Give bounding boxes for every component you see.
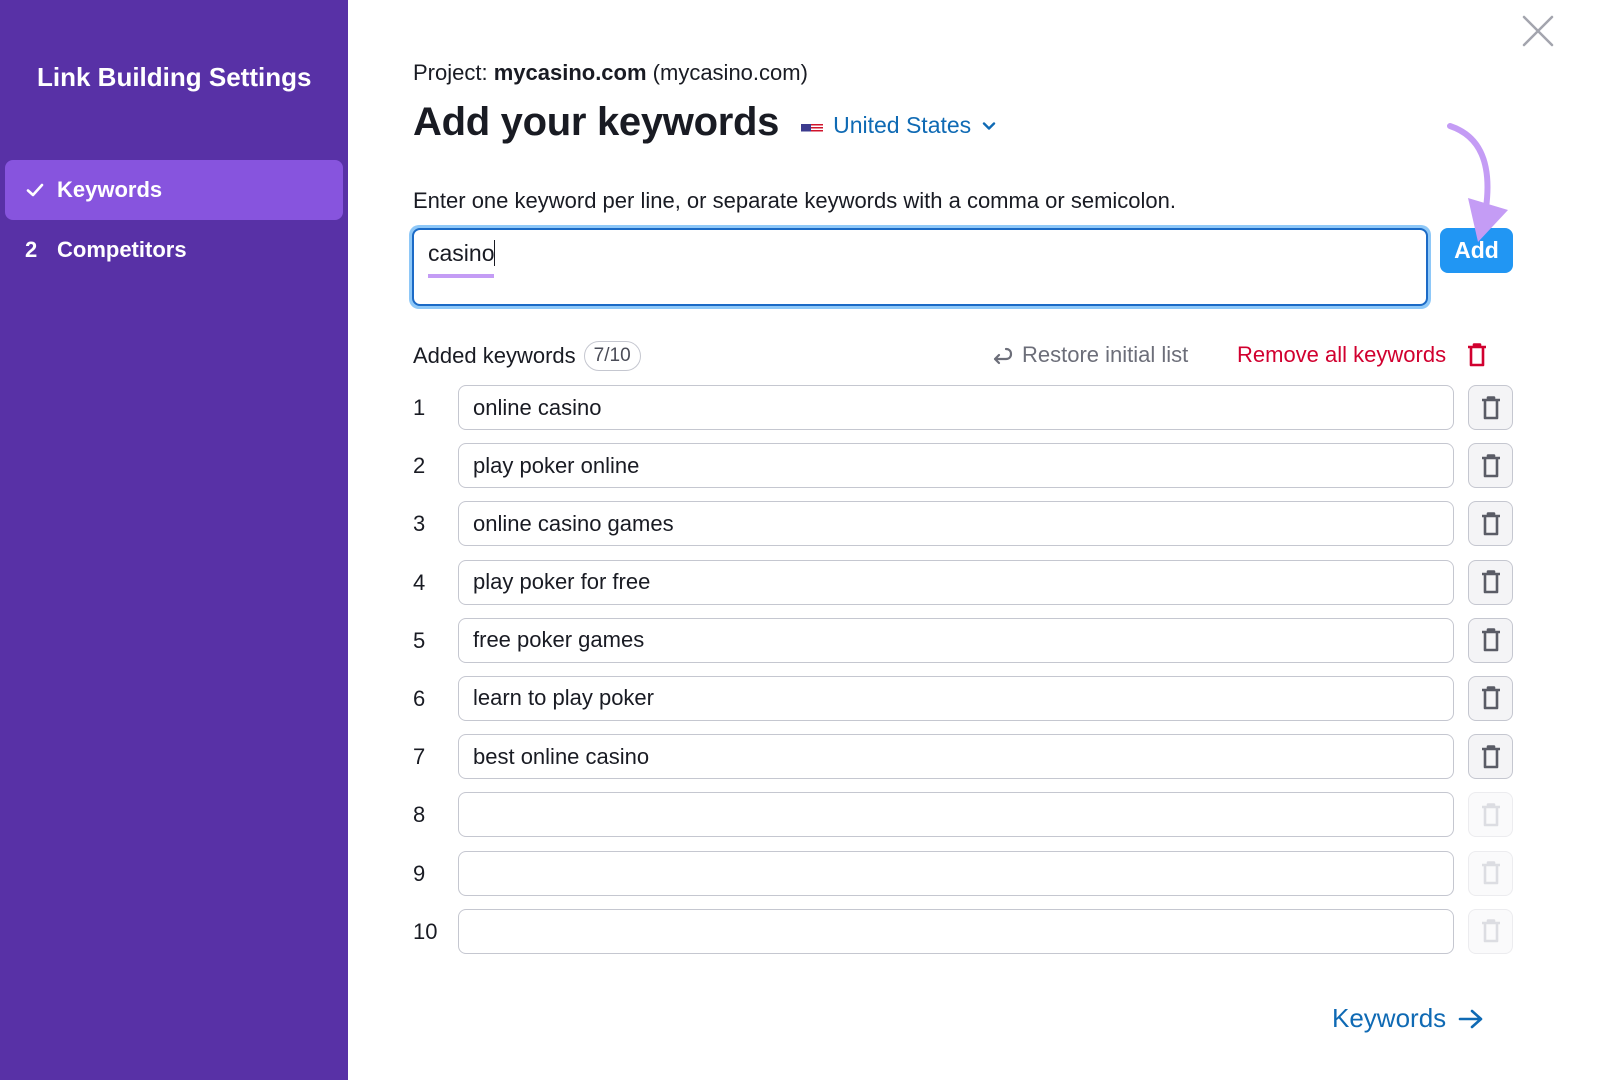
undo-arrow-icon: [993, 347, 1013, 365]
trash-icon: [1481, 686, 1500, 710]
keyword-field[interactable]: play poker online: [458, 443, 1454, 489]
keyword-field[interactable]: free poker games: [458, 617, 1454, 663]
keyword-list: 1 online casino 2 play poker online 3 online …: [413, 385, 1513, 967]
chevron-down-icon: [982, 121, 996, 130]
arrow-right-icon: [1458, 1009, 1483, 1028]
sidebar: Link Building Settings Keywords 2 Compet…: [0, 0, 348, 1080]
sidebar-item-competitors[interactable]: 2 Competitors: [5, 220, 343, 280]
sidebar-item-label: Keywords: [57, 177, 163, 202]
trash-icon: [1481, 803, 1500, 827]
project-domain: (mycasino.com): [652, 60, 808, 85]
restore-label: Restore initial list: [1022, 342, 1189, 367]
delete-keyword-button[interactable]: [1468, 501, 1513, 547]
keyword-row: 4 play poker for free: [413, 559, 1513, 618]
keyword-input-value: casino: [428, 240, 495, 266]
trash-icon: [1481, 570, 1500, 594]
keyword-row: 3 online casino games: [413, 501, 1513, 559]
keyword-row: 6 learn to play poker: [413, 675, 1513, 734]
keyword-field[interactable]: best online casino: [458, 734, 1454, 780]
row-number: 1: [413, 395, 426, 420]
keyword-input-focus-ring: casino: [409, 225, 1431, 309]
keyword-field[interactable]: learn to play poker: [458, 675, 1454, 721]
delete-keyword-button[interactable]: [1468, 675, 1513, 721]
row-number: 4: [413, 569, 426, 595]
row-number: 2: [413, 453, 426, 479]
next-step-label: Keywords: [1332, 1003, 1447, 1033]
trash-icon: [1468, 343, 1487, 367]
add-button[interactable]: Add: [1440, 228, 1513, 273]
keyword-field[interactable]: online casino: [458, 385, 1454, 430]
trash-icon: [1481, 919, 1500, 943]
keyword-row: 5 free poker games: [413, 617, 1513, 676]
remove-all-label: Remove all keywords: [1237, 342, 1447, 367]
added-keywords-header: Added keywords 7/10: [413, 341, 641, 371]
trash-icon: [1481, 512, 1500, 536]
keyword-field[interactable]: [458, 908, 1454, 954]
keyword-field-value: best online casino: [473, 743, 650, 769]
trash-icon: [1481, 395, 1500, 419]
annotation-underline: [428, 274, 495, 278]
row-number: 10: [413, 918, 438, 944]
delete-keyword-button: [1468, 850, 1513, 896]
row-number: 9: [413, 860, 426, 886]
trash-icon: [1481, 453, 1500, 477]
check-icon: [5, 180, 57, 200]
trash-icon: [1481, 744, 1500, 768]
sidebar-title: Link Building Settings: [37, 62, 312, 92]
project-name: mycasino.com: [493, 60, 647, 85]
row-number: 8: [413, 802, 426, 828]
keyword-row: 9: [413, 850, 1513, 909]
us-flag-icon: [801, 118, 824, 133]
keyword-row: 8: [413, 792, 1513, 850]
page-title: Add your keywords: [413, 100, 780, 144]
delete-keyword-button[interactable]: [1468, 617, 1513, 663]
trash-icon: [1481, 861, 1500, 885]
row-number: 6: [413, 685, 426, 711]
restore-initial-list-button[interactable]: Restore initial list: [990, 342, 1188, 368]
keyword-field-value: learn to play poker: [473, 685, 654, 711]
keyword-row: 10: [413, 908, 1513, 967]
keyword-field[interactable]: [458, 850, 1454, 896]
keyword-row: 2 play poker online: [413, 443, 1513, 501]
step-number: 2: [25, 237, 38, 262]
heading-row: Add your keywords United States: [413, 100, 997, 145]
row-number: 7: [413, 744, 426, 770]
keyword-field[interactable]: [458, 792, 1454, 838]
keyword-input[interactable]: casino: [412, 228, 1428, 306]
delete-keyword-button[interactable]: [1468, 443, 1513, 489]
sidebar-item-label: Competitors: [57, 237, 187, 262]
keyword-field-value: online casino games: [473, 510, 674, 536]
next-step-keywords-button[interactable]: Keywords: [1332, 1003, 1484, 1034]
keyword-count-badge: 7/10: [583, 341, 641, 371]
text-caret: [494, 240, 496, 266]
country-label: United States: [833, 112, 972, 138]
link-building-settings-dialog: Link Building Settings Keywords 2 Compet…: [0, 0, 1600, 1080]
row-number: 5: [413, 627, 426, 653]
delete-keyword-button: [1468, 792, 1513, 838]
keyword-field-value: online casino: [473, 394, 602, 420]
close-icon: [1522, 15, 1554, 47]
delete-keyword-button[interactable]: [1468, 385, 1513, 430]
sidebar-item-keywords[interactable]: Keywords: [5, 160, 343, 220]
keyword-row: 1 online casino: [413, 385, 1513, 443]
added-keywords-label: Added keywords: [413, 343, 576, 368]
delete-keyword-button[interactable]: [1468, 559, 1513, 605]
project-line: Project: mycasino.com (mycasino.com): [413, 60, 808, 86]
keyword-field-value: free poker games: [473, 627, 645, 653]
delete-keyword-button[interactable]: [1468, 734, 1513, 780]
instruction-text: Enter one keyword per line, or separate …: [413, 188, 1177, 213]
keyword-row: 7 best online casino: [413, 734, 1513, 792]
keyword-field-value: play poker online: [473, 452, 640, 478]
delete-keyword-button: [1468, 908, 1513, 954]
project-prefix: Project:: [413, 60, 494, 85]
keyword-field[interactable]: online casino games: [458, 501, 1454, 547]
close-button[interactable]: [1521, 14, 1555, 48]
remove-all-keywords-button[interactable]: Remove all keywords: [1237, 342, 1488, 368]
row-number: 3: [413, 511, 426, 537]
trash-icon: [1481, 628, 1500, 652]
keyword-field[interactable]: play poker for free: [458, 559, 1454, 605]
country-select[interactable]: United States: [801, 112, 997, 139]
keyword-field-value: play poker for free: [473, 569, 651, 595]
